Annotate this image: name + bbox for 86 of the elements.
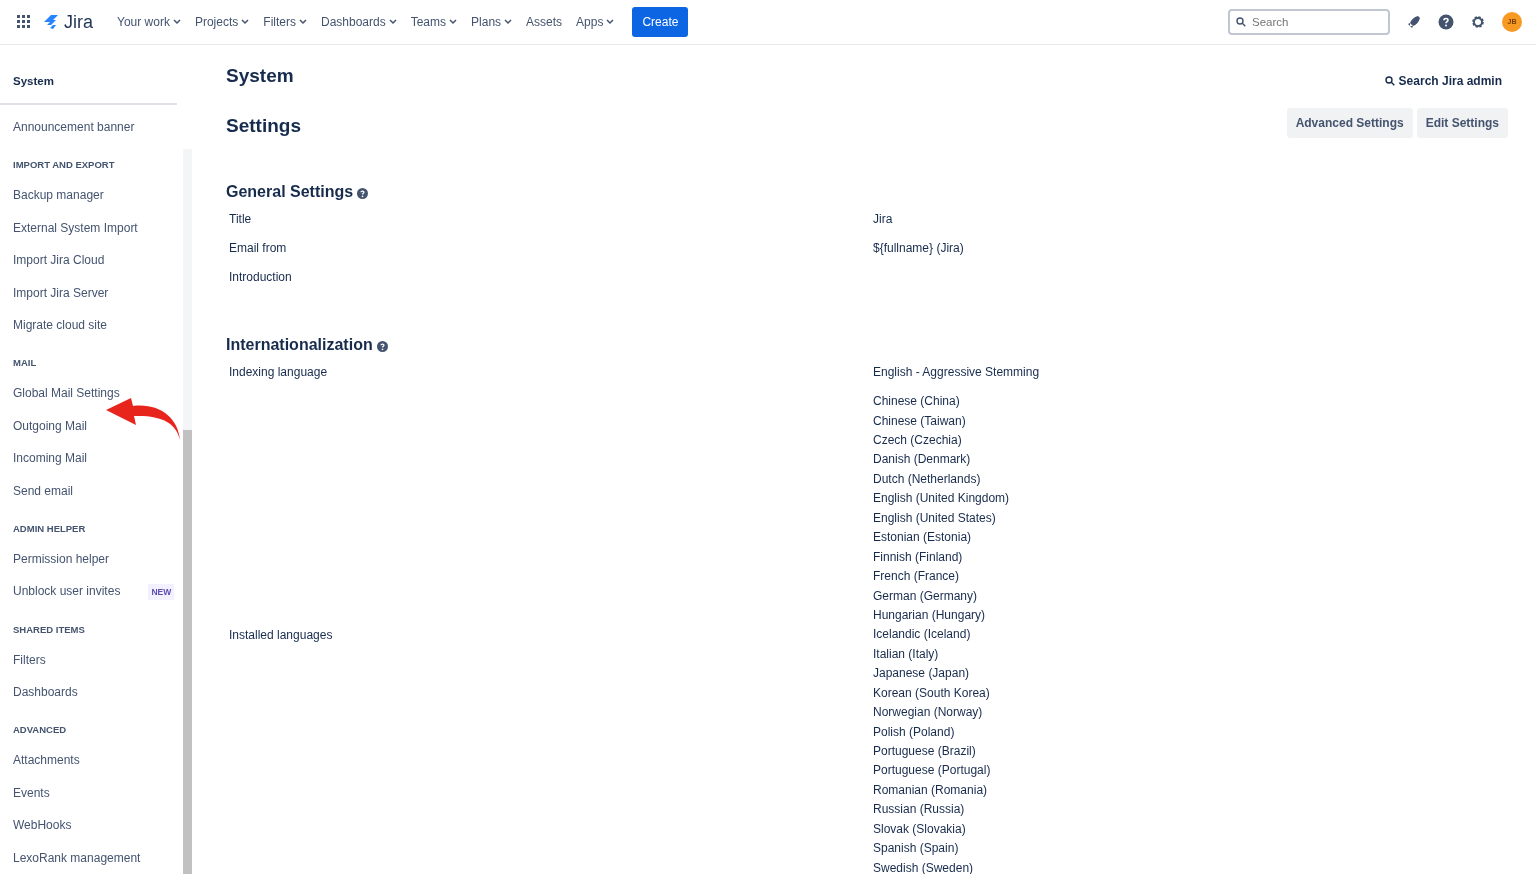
language-item: Portuguese (Brazil) [873,744,976,759]
language-item: Korean (South Korea) [873,685,990,700]
section-heading: MAIL [12,357,38,369]
nav-menu-item[interactable]: Filters [259,11,311,33]
language-item: Portuguese (Portugal) [873,763,991,778]
field-label: Introduction [229,269,292,286]
nav-menu-item[interactable]: Teams [406,11,462,33]
language-item: Spanish (Spain) [873,841,959,856]
sidebar-item[interactable]: Announcement banner [13,120,135,134]
field-label: Email from [229,240,287,257]
language-item: French (France) [873,569,960,584]
sidebar-item[interactable]: Backup manager [13,188,104,203]
language-item: English (United Kingdom) [873,491,1010,506]
sidebar-item[interactable]: Filters [13,652,46,667]
section-heading: SHARED ITEMS [12,623,86,635]
sidebar-item[interactable]: Unblock user invites [13,584,121,599]
nav-menu-item[interactable]: Apps [572,11,619,33]
language-item: Hungarian (Hungary) [873,608,986,622]
language-item: Chinese (China) [873,394,960,409]
page-title: System [226,65,294,88]
nav-menu-item[interactable]: Plans [467,11,517,33]
sidebar-item[interactable]: LexoRank management [13,850,141,865]
language-item: Russian (Russia) [873,802,965,817]
language-item: Czech (Czechia) [873,433,962,448]
language-item: Icelandic (Iceland) [873,627,971,642]
field-label: Title [229,211,252,228]
search-icon [1236,17,1246,27]
logo-icon [42,13,60,31]
language-item: Norwegian (Norway) [873,705,983,720]
field-label: Installed languages [229,627,333,645]
nav-menu-item[interactable]: Dashboards [316,11,401,33]
sidebar-item[interactable]: Import Jira Cloud [13,253,105,268]
search-icon [1384,76,1395,86]
scrollbar[interactable] [183,149,192,874]
nav-menu-item[interactable]: Assets [522,11,567,33]
language-item: Danish (Denmark) [873,452,971,467]
help-icon[interactable] [376,341,388,353]
language-item: Romanian (Romania) [873,782,988,797]
sidebar-item[interactable]: Outgoing Mail [13,418,88,433]
section-title: Settings [226,115,301,138]
sidebar-item[interactable]: Incoming Mail [13,451,88,466]
create-button[interactable]: Create [632,7,689,37]
sidebar-item[interactable]: Migrate cloud site [13,317,108,332]
sidebar-item[interactable]: Import Jira Server [13,285,109,300]
sidebar-item[interactable]: External System Import [13,220,138,235]
section-heading: ADMIN HELPER [12,522,87,534]
field-value: Jira [873,212,893,226]
sidebar-item[interactable]: Attachments [13,753,80,768]
sidebar-item[interactable]: Dashboards [13,685,78,700]
language-item: Dutch (Netherlands) [873,471,981,486]
rocket-icon[interactable] [1406,14,1422,30]
language-item: Japanese (Japan) [873,666,970,681]
section-heading: ADVANCED [12,724,68,736]
language-item: Polish (Poland) [873,724,955,739]
sidebar-item[interactable]: Events [13,785,50,800]
sidebar-item[interactable]: Permission helper [13,551,110,566]
language-item: Estonian (Estonia) [873,530,972,545]
search-field[interactable]: Search [1228,9,1390,35]
search-admin-link[interactable]: Search Jira admin [1378,71,1508,91]
sidebar-title: System [0,45,177,105]
sidebar-item[interactable]: WebHooks [13,818,72,833]
app-name: Jira [64,10,93,34]
new-badge: NEW [148,584,175,601]
nav-menu-item[interactable]: Projects [190,11,254,33]
section-heading: IMPORT AND EXPORT [12,159,116,171]
language-item: Finnish (Finland) [873,549,963,564]
language-item: Chinese (Taiwan) [873,413,966,428]
field-value: ${fullname} (Jira) [873,241,964,255]
language-item: German (Germany) [873,588,978,603]
language-item: Italian (Italy) [873,646,939,661]
group-heading: Internationalization [226,335,373,355]
settings-button[interactable]: Advanced Settings [1286,107,1413,138]
sidebar-item[interactable]: Global Mail Settings [13,386,120,401]
language-item: English (United States) [873,510,996,525]
nav-menu-item[interactable]: Your work [113,11,185,33]
app-switcher-icon[interactable] [16,14,32,30]
sidebar-item[interactable]: Send email [13,483,74,498]
group-heading: General Settings [226,181,354,201]
language-item: Slovak (Slovakia) [873,821,966,836]
field-label: Indexing language [229,364,328,382]
settings-button[interactable]: Edit Settings [1416,107,1508,138]
help-icon[interactable] [357,187,369,199]
help-icon[interactable] [1438,14,1454,30]
field-value: English - Aggressive Stemming [873,365,1040,380]
settings-icon[interactable] [1470,14,1486,30]
language-item: Swedish (Sweden) [873,860,974,874]
